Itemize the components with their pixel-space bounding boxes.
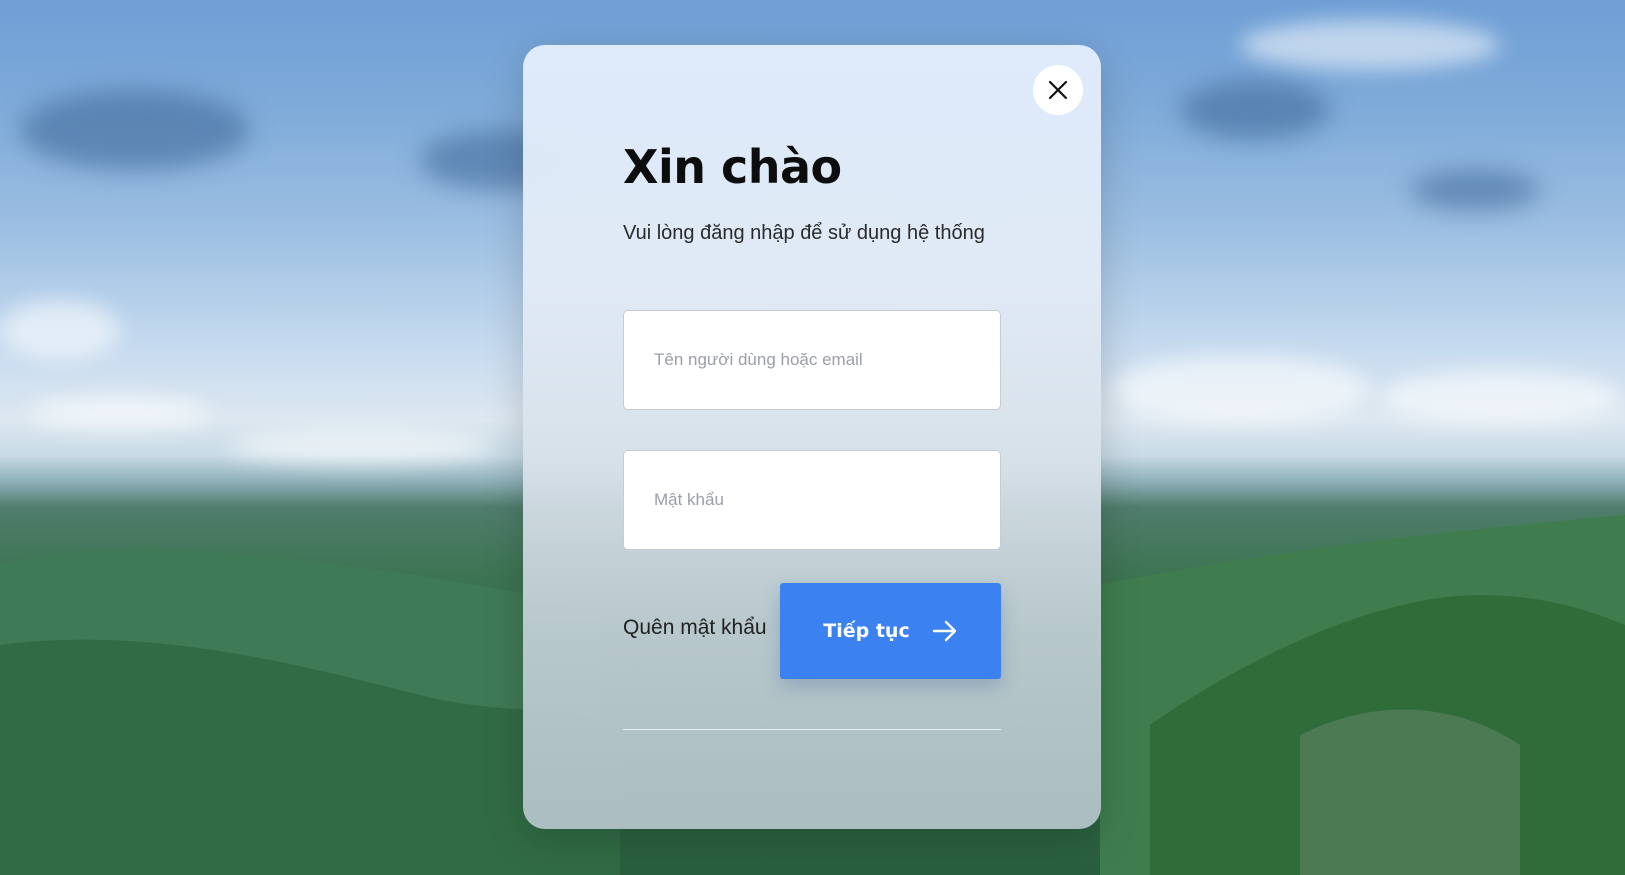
cloud xyxy=(1110,355,1370,425)
page-title: Xin chào xyxy=(623,140,842,194)
continue-button[interactable]: Tiếp tục xyxy=(780,583,1001,679)
subtitle: Vui lòng đăng nhập để sử dụng hệ thống xyxy=(623,222,985,244)
cloud xyxy=(1410,170,1540,210)
close-button[interactable] xyxy=(1033,65,1083,115)
cloud xyxy=(0,300,120,360)
cloud xyxy=(20,90,250,170)
arrow-right-icon xyxy=(932,620,956,642)
cloud xyxy=(30,395,210,430)
login-card: Xin chào Vui lòng đăng nhập để sử dụng h… xyxy=(523,45,1101,829)
cloud xyxy=(1380,370,1620,425)
cloud xyxy=(1240,20,1500,70)
cloud xyxy=(1180,80,1330,140)
username-email-input[interactable] xyxy=(623,310,1001,410)
cloud xyxy=(230,430,490,465)
background-landscape: Xin chào Vui lòng đăng nhập để sử dụng h… xyxy=(0,0,1625,875)
close-icon xyxy=(1048,80,1068,100)
divider xyxy=(623,729,1001,730)
password-input[interactable] xyxy=(623,450,1001,550)
continue-button-label: Tiếp tục xyxy=(823,620,910,642)
forgot-password-link[interactable]: Quên mật khẩu xyxy=(623,616,767,640)
